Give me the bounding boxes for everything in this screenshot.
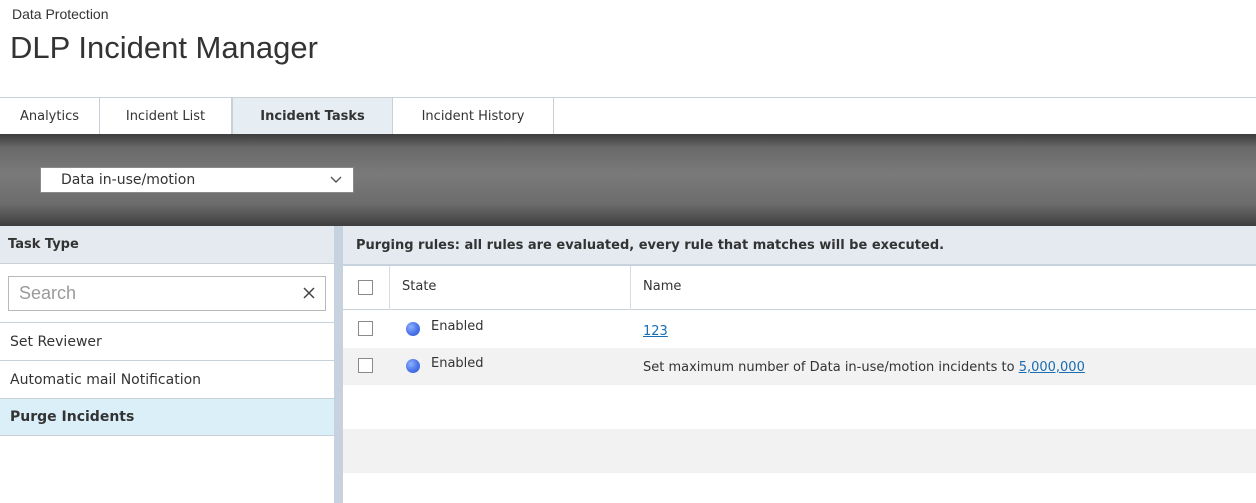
enabled-status-icon [406,359,420,373]
row-checkbox[interactable] [358,321,373,336]
data-type-select[interactable]: Data in-use/motion [40,167,354,193]
task-type-item-label: Set Reviewer [10,333,102,350]
chevron-down-icon [330,176,342,183]
rule-name-link[interactable]: 123 [643,324,668,339]
table-row[interactable]: Enabled Set maximum number of Data in-us… [343,348,1256,385]
panel-divider[interactable] [334,226,343,503]
select-all-checkbox[interactable] [358,280,373,295]
empty-row [343,429,1256,473]
task-type-header: Task Type [0,226,334,264]
search-input[interactable] [9,277,289,310]
task-type-item-set-reviewer[interactable]: Set Reviewer [0,322,334,360]
rule-name: 123 [643,324,668,339]
table-row[interactable]: Enabled 123 [343,311,1256,348]
tab-bar: Analytics Incident List Incident Tasks I… [0,97,1256,135]
search-box [8,276,326,311]
page-title: DLP Incident Manager [10,30,318,65]
task-type-item-mail-notification[interactable]: Automatic mail Notification [0,360,334,398]
purging-rules-header: Purging rules: all rules are evaluated, … [343,226,1256,264]
page-header: Data Protection DLP Incident Manager [0,0,1256,98]
state-label: Enabled [431,356,484,371]
task-type-item-purge-incidents[interactable]: Purge Incidents [0,398,334,436]
tab-incident-history[interactable]: Incident History [393,98,554,135]
close-icon[interactable] [301,285,317,301]
task-type-item-label: Purge Incidents [10,409,135,425]
tab-analytics[interactable]: Analytics [0,98,100,135]
state-label: Enabled [431,319,484,334]
task-type-panel: Task Type Set Reviewer Automatic mail No… [0,226,334,503]
tab-incident-tasks[interactable]: Incident Tasks [232,98,393,135]
purging-rules-panel: Purging rules: all rules are evaluated, … [343,226,1256,503]
row-checkbox[interactable] [358,358,373,373]
rule-name: Set maximum number of Data in-use/motion… [643,360,1085,375]
breadcrumb[interactable]: Data Protection [12,6,109,22]
empty-row [343,385,1256,429]
tab-incident-list[interactable]: Incident List [100,98,232,135]
table-header-row: State Name [343,264,1256,310]
column-header-name[interactable]: Name [643,279,681,294]
column-divider [630,266,631,310]
column-header-state[interactable]: State [402,279,436,294]
enabled-status-icon [406,322,420,336]
empty-row [343,473,1256,503]
toolbar: Data in-use/motion [0,134,1256,226]
task-type-item-label: Automatic mail Notification [10,371,202,388]
column-divider [389,266,390,310]
data-type-select-value: Data in-use/motion [61,172,196,188]
rule-name-link[interactable]: 5,000,000 [1019,360,1085,375]
rule-name-prefix: Set maximum number of Data in-use/motion… [643,360,1019,375]
